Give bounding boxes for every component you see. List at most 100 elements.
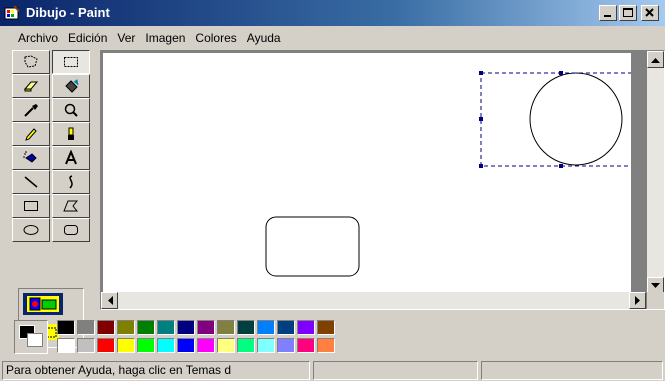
drawing-canvas[interactable] (103, 53, 642, 296)
arrow-up-icon (651, 57, 660, 63)
color-swatch[interactable] (197, 338, 215, 353)
color-swatch[interactable] (177, 320, 195, 335)
scroll-left-button[interactable] (101, 292, 118, 309)
color-swatch[interactable] (97, 320, 115, 335)
background-color (27, 333, 43, 347)
color-swatch[interactable] (117, 338, 135, 353)
rectangle-icon (24, 201, 38, 211)
ellipse-icon (23, 225, 39, 235)
canvas-drawing (265, 71, 642, 277)
tool-line[interactable] (12, 170, 50, 194)
opaque-selection-icon (27, 296, 59, 312)
status-size (480, 361, 663, 380)
tool-magnifier[interactable] (52, 98, 90, 122)
color-swatch[interactable] (297, 320, 315, 335)
close-icon (645, 8, 654, 17)
color-swatch[interactable] (237, 320, 255, 335)
color-swatch[interactable] (157, 338, 175, 353)
color-swatch[interactable] (277, 320, 295, 335)
minimize-button[interactable] (599, 5, 617, 21)
color-swatch[interactable] (297, 338, 315, 353)
current-colors[interactable] (14, 320, 48, 354)
menu-archivo[interactable]: Archivo (18, 28, 58, 48)
tool-rectangle[interactable] (12, 194, 50, 218)
magnifier-icon (64, 103, 78, 117)
tool-brush[interactable] (52, 122, 90, 146)
color-swatch[interactable] (197, 320, 215, 335)
tool-airbrush[interactable] (12, 146, 50, 170)
tool-polygon[interactable] (52, 194, 90, 218)
menu-bar: Archivo Edición Ver Imagen Colores Ayuda (0, 28, 665, 48)
free-form-select-icon (24, 55, 38, 68)
color-swatch[interactable] (57, 338, 75, 353)
rounded-rectangle-icon (64, 225, 78, 235)
drawn-rounded-rectangle (265, 216, 360, 277)
scroll-right-button[interactable] (629, 292, 646, 309)
tool-pencil[interactable] (12, 122, 50, 146)
curve-icon (69, 175, 73, 189)
tool-select[interactable] (52, 50, 90, 74)
tool-curve[interactable] (52, 170, 90, 194)
line-icon (24, 176, 38, 188)
tool-text[interactable] (52, 146, 90, 170)
vertical-scrollbar[interactable] (647, 51, 664, 294)
menu-colores[interactable]: Colores (195, 28, 236, 48)
color-swatches (57, 320, 335, 353)
color-swatch[interactable] (217, 338, 235, 353)
status-help-text: Para obtener Ayuda, haga clic en Temas d (2, 361, 311, 380)
opaque-selection-option[interactable] (23, 293, 63, 315)
arrow-right-icon (634, 296, 640, 305)
color-swatch[interactable] (237, 338, 255, 353)
color-swatch[interactable] (157, 320, 175, 335)
color-swatch[interactable] (97, 338, 115, 353)
pick-color-icon (24, 104, 38, 117)
status-bar: Para obtener Ayuda, haga clic en Temas d (0, 360, 665, 381)
brush-icon (68, 127, 74, 140)
arrow-down-icon (651, 282, 660, 288)
color-swatch[interactable] (77, 320, 95, 335)
select-icon (64, 57, 78, 67)
text-icon (65, 150, 77, 165)
tool-free-form-select[interactable] (12, 50, 50, 74)
tool-fill[interactable] (52, 74, 90, 98)
color-swatch[interactable] (217, 320, 235, 335)
tool-eraser[interactable] (12, 74, 50, 98)
window-title: Dibujo - Paint (26, 5, 110, 20)
tool-box (9, 50, 93, 348)
color-swatch[interactable] (77, 338, 95, 353)
menu-edicion[interactable]: Edición (68, 28, 107, 48)
eraser-icon (23, 81, 39, 92)
paint-app-icon (4, 5, 20, 20)
tool-pick-color[interactable] (12, 98, 50, 122)
selection-handles[interactable] (479, 71, 563, 168)
menu-ayuda[interactable]: Ayuda (247, 28, 281, 48)
title-bar: Dibujo - Paint (0, 0, 665, 26)
color-swatch[interactable] (257, 320, 275, 335)
polygon-icon (63, 200, 79, 212)
fill-icon (65, 79, 79, 93)
color-swatch[interactable] (117, 320, 135, 335)
menu-ver[interactable]: Ver (117, 28, 135, 48)
horizontal-scrollbar[interactable] (101, 292, 646, 309)
color-swatch[interactable] (317, 320, 335, 335)
maximize-icon (623, 8, 633, 17)
pencil-icon (25, 128, 37, 141)
color-swatch[interactable] (257, 338, 275, 353)
canvas-area (100, 50, 665, 310)
color-swatch[interactable] (57, 320, 75, 335)
close-button[interactable] (641, 5, 659, 21)
color-swatch[interactable] (317, 338, 335, 353)
drawn-circle (529, 72, 623, 166)
scrollbar-corner (647, 292, 664, 309)
maximize-button[interactable] (619, 5, 637, 21)
scroll-up-button[interactable] (647, 51, 664, 68)
tool-ellipse[interactable] (12, 218, 50, 242)
color-swatch[interactable] (277, 338, 295, 353)
menu-imagen[interactable]: Imagen (145, 28, 185, 48)
color-swatch[interactable] (137, 320, 155, 335)
arrow-left-icon (107, 296, 113, 305)
minimize-icon (604, 15, 611, 17)
tool-rounded-rectangle[interactable] (52, 218, 90, 242)
color-swatch[interactable] (137, 338, 155, 353)
color-swatch[interactable] (177, 338, 195, 353)
